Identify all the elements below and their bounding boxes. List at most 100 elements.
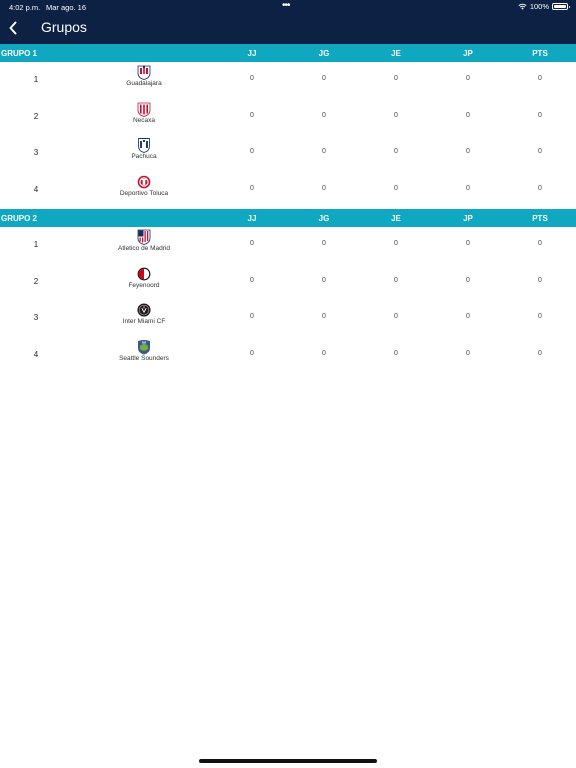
team-cell[interactable]: Necaxa <box>94 99 194 124</box>
stat-jp: 0 <box>466 240 470 247</box>
team-cell[interactable]: Guadalajara <box>94 62 194 87</box>
stat-jg: 0 <box>322 184 326 192</box>
stat-jj: 0 <box>250 111 254 119</box>
home-indicator[interactable] <box>199 759 377 763</box>
stat-pts: 0 <box>538 148 542 155</box>
team-cell[interactable]: Seattle Sounders <box>94 337 194 362</box>
team-row[interactable]: 2 Necaxa 0 0 0 0 0 <box>0 99 576 135</box>
column-header-pts: PTS <box>532 214 548 223</box>
column-header-jg: JG <box>318 214 330 223</box>
team-position: 2 <box>33 276 39 286</box>
team-row[interactable]: 1 Atletico de Madrid 0 0 0 0 0 <box>0 227 576 263</box>
column-header-pts: PTS <box>532 49 548 58</box>
wifi-icon <box>518 3 527 10</box>
stat-jg: 0 <box>322 240 326 247</box>
team-name: Pachuca <box>131 153 157 160</box>
team-cell[interactable]: Pachuca <box>94 135 194 160</box>
team-cell[interactable]: Atletico de Madrid <box>94 227 194 252</box>
team-position: 4 <box>33 349 39 359</box>
seattle-sounders-logo <box>137 339 151 355</box>
guadalajara-logo <box>137 64 151 80</box>
atletico-madrid-logo <box>137 229 151 245</box>
team-row[interactable]: 2 Feyenoord 0 0 0 0 0 <box>0 264 576 300</box>
stat-jj: 0 <box>250 75 254 82</box>
stat-jg: 0 <box>322 148 326 155</box>
stat-jj: 0 <box>250 148 254 155</box>
stat-jg: 0 <box>322 75 326 82</box>
battery-percent: 100% <box>529 2 549 11</box>
team-row[interactable]: 4 Seattle Sounders 0 0 0 0 0 <box>0 337 576 373</box>
multitasking-dots-icon[interactable]: ••• <box>282 0 290 11</box>
page-title: Grupos <box>41 19 87 35</box>
group-name: GRUPO 1 <box>1 49 38 58</box>
stat-jp: 0 <box>466 349 470 357</box>
column-header-jj: JJ <box>247 49 257 58</box>
stat-jp: 0 <box>466 276 470 284</box>
stat-je: 0 <box>394 184 398 192</box>
group-header: GRUPO 2 JJ JG JE JP PTS <box>0 209 576 227</box>
column-header-jj: JJ <box>247 214 257 223</box>
necaxa-logo <box>137 101 151 117</box>
stat-je: 0 <box>394 75 398 82</box>
stat-jg: 0 <box>322 313 326 320</box>
stat-jp: 0 <box>466 313 470 320</box>
stat-jj: 0 <box>250 276 254 284</box>
stat-pts: 0 <box>538 184 542 192</box>
column-header-jp: JP <box>463 214 473 223</box>
team-cell[interactable]: Deportivo Toluca <box>94 172 194 197</box>
group-header: GRUPO 1 JJ JG JE JP PTS <box>0 44 576 62</box>
team-position: 1 <box>33 75 39 84</box>
stat-je: 0 <box>394 148 398 155</box>
stat-je: 0 <box>394 111 398 119</box>
team-name: Seattle Sounders <box>119 354 169 362</box>
feyenoord-logo <box>137 266 151 282</box>
stat-jp: 0 <box>466 148 470 155</box>
status-bar: 4:02 p.m. Mar ago. 16 ••• 100% <box>0 0 576 14</box>
battery-icon <box>552 3 570 10</box>
stat-jp: 0 <box>466 75 470 82</box>
stat-jj: 0 <box>250 349 254 357</box>
inter-miami-logo <box>137 302 151 318</box>
column-header-je: JE <box>391 214 401 223</box>
stat-jg: 0 <box>322 276 326 284</box>
app-header: 4:02 p.m. Mar ago. 16 ••• 100% Grupos <box>0 0 576 44</box>
stat-jg: 0 <box>322 111 326 119</box>
status-right: 100% <box>518 2 570 11</box>
team-position: 3 <box>33 148 39 157</box>
team-name: Inter Miami CF <box>122 318 166 325</box>
column-header-jg: JG <box>318 49 330 58</box>
stat-je: 0 <box>394 349 398 357</box>
pachuca-logo <box>137 137 151 153</box>
team-position: 1 <box>33 240 39 249</box>
status-date: Mar ago. 16 <box>46 3 87 12</box>
stat-jp: 0 <box>466 111 470 119</box>
team-name: Atletico de Madrid <box>117 245 171 252</box>
stat-pts: 0 <box>538 75 542 82</box>
team-position: 2 <box>33 111 39 121</box>
team-row[interactable]: 3 Inter Miami CF 0 0 0 0 0 <box>0 300 576 336</box>
stat-pts: 0 <box>538 349 542 357</box>
team-position: 3 <box>33 313 39 322</box>
toluca-logo <box>137 174 151 190</box>
stat-pts: 0 <box>538 111 542 119</box>
column-header-jp: JP <box>463 49 473 58</box>
stat-jg: 0 <box>322 349 326 357</box>
team-row[interactable]: 4 Deportivo Toluca 0 0 0 0 0 <box>0 172 576 208</box>
stat-jp: 0 <box>466 184 470 192</box>
stat-pts: 0 <box>538 276 542 284</box>
team-row[interactable]: 1 Guadalajara 0 0 0 0 0 <box>0 62 576 98</box>
team-cell[interactable]: Inter Miami CF <box>94 300 194 325</box>
team-name: Guadalajara <box>126 80 162 87</box>
back-chevron-icon[interactable] <box>8 21 18 35</box>
stat-pts: 0 <box>538 240 542 247</box>
team-name: Necaxa <box>132 116 156 124</box>
column-header-je: JE <box>391 49 401 58</box>
team-row[interactable]: 3 Pachuca 0 0 0 0 0 <box>0 135 576 171</box>
team-cell[interactable]: Feyenoord <box>94 264 194 289</box>
stat-je: 0 <box>394 313 398 320</box>
team-name: Feyenoord <box>128 281 160 289</box>
stat-pts: 0 <box>538 313 542 320</box>
team-name: Deportivo Toluca <box>119 189 169 197</box>
status-time: 4:02 p.m. <box>9 3 41 12</box>
stat-je: 0 <box>394 240 398 247</box>
